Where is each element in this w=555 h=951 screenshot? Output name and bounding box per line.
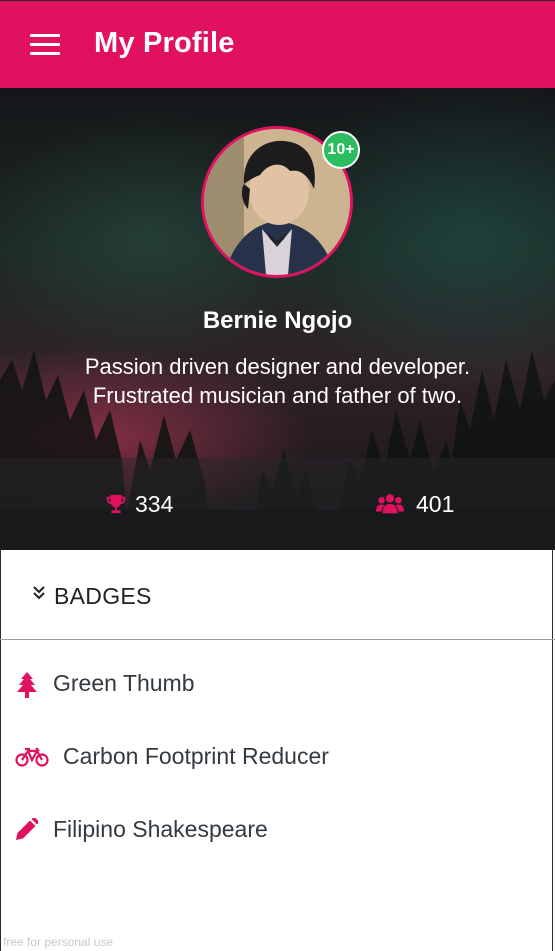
double-chevron-down-icon — [33, 586, 45, 600]
avatar-container[interactable]: 10+ — [201, 126, 360, 278]
followers-stat[interactable]: 401 — [376, 488, 454, 520]
watermark: free for personal use — [3, 935, 114, 949]
app-bar: My Profile — [0, 0, 555, 88]
badge-item-carbon-footprint-reducer[interactable]: Carbon Footprint Reducer — [0, 727, 555, 787]
followers-count: 401 — [416, 490, 455, 517]
page-title: My Profile — [94, 27, 235, 59]
profile-bio: Passion driven designer and developer. F… — [40, 352, 515, 410]
profile-hero: 10+ Bernie Ngojo Passion driven designer… — [0, 88, 555, 550]
pencil-icon — [16, 818, 38, 840]
level-badge: 10+ — [322, 131, 360, 169]
bicycle-icon — [15, 747, 49, 767]
badge-label: Green Thumb — [53, 670, 195, 696]
badge-item-filipino-shakespeare[interactable]: Filipino Shakespeare — [0, 800, 555, 860]
hamburger-menu-icon[interactable] — [30, 34, 60, 56]
badge-label: Carbon Footprint Reducer — [63, 743, 329, 769]
badge-label: Filipino Shakespeare — [53, 816, 268, 842]
badge-item-green-thumb[interactable]: Green Thumb — [0, 654, 555, 714]
badges-section-header[interactable]: BADGES — [0, 550, 555, 640]
bio-line: Frustrated musician and father of two. — [92, 383, 463, 408]
profile-name: Bernie Ngojo — [202, 307, 353, 334]
stats-bar: 334 401 — [0, 458, 555, 550]
trophy-icon — [106, 494, 126, 514]
tree-icon — [17, 672, 37, 698]
group-icon — [376, 494, 404, 514]
trophy-count: 334 — [135, 490, 174, 517]
bio-line: Passion driven designer and developer. — [84, 354, 471, 379]
trophy-stat[interactable]: 334 — [105, 488, 173, 520]
badges-title: BADGES — [54, 583, 152, 609]
